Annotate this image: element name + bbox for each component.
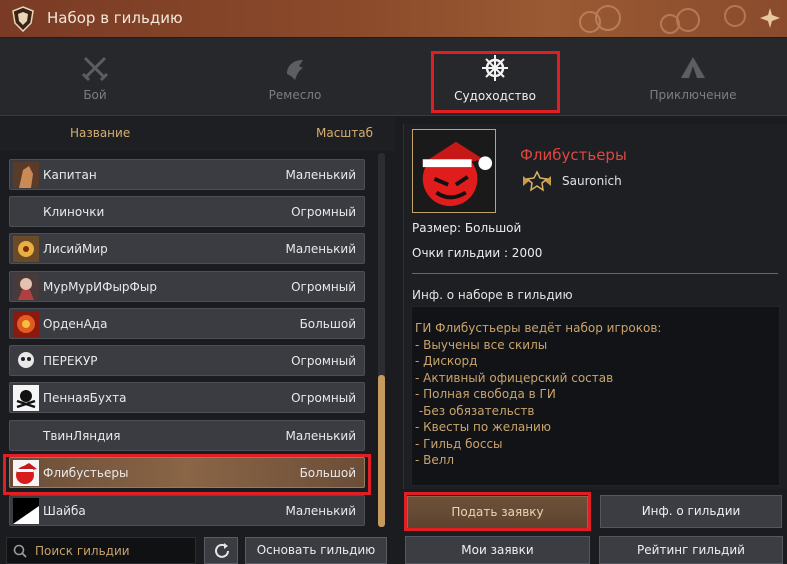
recruitment-info-line: - Квесты по желанию — [415, 420, 551, 434]
guild-row[interactable]: ОрденАда Большой — [9, 308, 365, 339]
guild-emblem-icon — [13, 274, 39, 300]
guild-row[interactable]: Шайба Маленький — [9, 495, 365, 526]
guild-size-info: Размер: Большой — [412, 221, 522, 235]
guild-title: Флибустьеры — [520, 146, 627, 164]
active-tab-highlight — [431, 51, 560, 113]
my-applications-button[interactable]: Мои заявки — [405, 536, 590, 564]
guild-leader-name: Sauronich — [562, 174, 622, 188]
guild-size: Огромный — [291, 391, 356, 405]
refresh-icon — [215, 543, 229, 558]
guild-list-header: Название Масштаб — [0, 117, 395, 151]
guild-emblem-icon — [13, 498, 39, 524]
found-guild-button[interactable]: Основать гильдию — [245, 537, 387, 564]
category-tabs: Бой Ремесло Судоходство Приключение — [0, 38, 787, 116]
selected-row-highlight — [3, 454, 371, 495]
title-bar: Набор в гильдию — [0, 0, 787, 38]
tab-label: Ремесло — [268, 88, 322, 102]
guild-row[interactable]: Клиночки Огромный — [9, 196, 365, 227]
guild-emblem-large-icon — [412, 129, 496, 213]
divider — [412, 273, 778, 274]
recruitment-info-line: - Полная свобода в ГИ — [415, 387, 556, 401]
guild-rating-button[interactable]: Рейтинг гильдий — [599, 536, 783, 564]
guild-row[interactable]: ПеннаяБухта Огромный — [9, 382, 365, 413]
guild-size: Маленький — [285, 242, 356, 256]
recruitment-info-line: - Активный офицерский состав — [415, 371, 614, 385]
guild-recruitment-window: Набор в гильдию Бой Ремесло Судоходство … — [0, 0, 787, 564]
guild-name: ТвинЛяндия — [43, 429, 121, 443]
guild-name: Капитан — [43, 168, 97, 182]
guild-emblem-icon — [13, 236, 39, 262]
ornament-icon — [760, 8, 780, 28]
guild-name: Шайба — [43, 504, 86, 518]
scrollbar-thumb[interactable] — [378, 375, 385, 527]
guild-size: Огромный — [291, 205, 356, 219]
guild-name: ПеннаяБухта — [43, 391, 127, 405]
guild-points-info: Очки гильдии : 2000 — [412, 246, 543, 260]
guild-master-icon — [523, 170, 551, 192]
recruitment-info-line: ГИ Флибустьеры ведёт набор игроков: — [415, 321, 662, 335]
recruitment-info-line: - Велл — [415, 453, 455, 467]
guild-size: Большой — [299, 317, 356, 331]
column-name-header[interactable]: Название — [70, 126, 130, 140]
refresh-button[interactable] — [204, 537, 238, 564]
guild-size: Огромный — [291, 280, 356, 294]
recruitment-info-title: Инф. о наборе в гильдию — [412, 288, 573, 302]
guild-size: Огромный — [291, 354, 356, 368]
guild-name: ОрденАда — [43, 317, 108, 331]
guild-emblem-icon — [13, 311, 39, 337]
tab-label: Приключение — [649, 88, 737, 102]
guild-emblem-icon — [13, 348, 39, 374]
anvil-hammer-icon — [287, 60, 303, 80]
search-icon — [13, 544, 27, 558]
tab-combat[interactable]: Бой — [0, 38, 190, 116]
tab-adventure[interactable]: Приключение — [598, 38, 787, 116]
guild-name: Клиночки — [43, 205, 105, 219]
guild-row[interactable]: Капитан Маленький — [9, 159, 365, 190]
recruitment-info-line: - Дискорд — [415, 354, 478, 368]
guild-size: Маленький — [285, 168, 356, 182]
guild-name: МурМурИФырФыр — [43, 280, 157, 294]
guild-emblem-icon — [13, 385, 39, 411]
cloud-decoration-icon — [579, 5, 746, 34]
apply-button-highlight — [404, 492, 591, 531]
guild-search-box[interactable] — [6, 537, 196, 564]
recruitment-info-line: -Без обязательств — [415, 404, 535, 418]
guild-size: Маленький — [285, 504, 356, 518]
guild-row[interactable]: ПЕРЕКУР Огромный — [9, 345, 365, 376]
column-size-header[interactable]: Масштаб — [316, 126, 373, 140]
guild-shield-icon — [12, 6, 34, 32]
guild-row[interactable]: ТвинЛяндия Маленький — [9, 420, 365, 451]
tab-label: Бой — [83, 88, 107, 102]
guild-size: Маленький — [285, 429, 356, 443]
recruitment-info-line: - Гильд боссы — [415, 437, 503, 451]
guild-row[interactable]: МурМурИФырФыр Огромный — [9, 271, 365, 302]
recruitment-info-line: - Выучены все скилы — [415, 338, 548, 352]
window-title: Набор в гильдию — [47, 9, 183, 27]
tent-icon — [681, 57, 705, 78]
tab-crafting[interactable]: Ремесло — [200, 38, 390, 116]
guild-emblem-icon — [13, 162, 39, 188]
guild-row[interactable]: ЛисийМир Маленький — [9, 233, 365, 264]
guild-name: ЛисийМир — [43, 242, 108, 256]
guild-name: ПЕРЕКУР — [43, 354, 98, 368]
crossed-swords-icon — [81, 56, 109, 82]
guild-info-button[interactable]: Инф. о гильдии — [600, 495, 782, 528]
guild-search-input[interactable] — [35, 541, 191, 561]
